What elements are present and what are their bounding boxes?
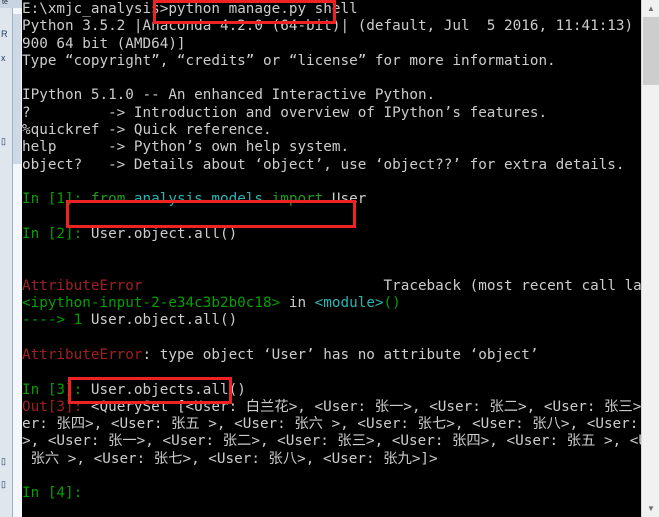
terminal-text: AttributeError (22, 277, 143, 294)
scroll-up-arrow-icon[interactable]: ▲ (642, 0, 659, 17)
in-1-line: In [1]: from analysis.models import User (22, 191, 641, 208)
ipython-banner-line: IPython 5.1.0 -- An enhanced Interactive… (22, 87, 641, 104)
console-window[interactable]: E:\xmjc_analysis>python manage.py shell P… (22, 0, 641, 517)
terminal-text: >, <User: 张一>, <User: 张二>, <User: 张三>, <… (22, 433, 641, 450)
blank-line-6 (22, 330, 641, 347)
terminal-text: %quickref -> Quick reference. (22, 122, 272, 139)
out-3-line-4: 张六 >, <User: 张七>, <User: 张八>, <User: 张九>… (22, 451, 641, 468)
type-copyright-line: Type “copyright”, “credits” or “license”… (22, 53, 641, 70)
terminal-text: User.object.all() (90, 312, 238, 329)
help-quickref-line: %quickref -> Quick reference. (22, 122, 641, 139)
blank-line-5 (22, 260, 641, 277)
blank-line-2 (22, 174, 641, 191)
background-window-sliver[interactable]: te R x ▯ ▯ ▯ (0, 0, 22, 517)
help-object-line: object? -> Details about ‘object’, use ‘… (22, 157, 641, 174)
terminal-text: User.objects.all() (90, 381, 246, 398)
blank-line-3 (22, 209, 641, 226)
terminal-text: ? -> Introduction and overview of IPytho… (22, 104, 548, 121)
traceback-source-line: ----> 1 User.object.all() (22, 312, 641, 329)
terminal-text: AttributeError (22, 346, 143, 363)
terminal-text: <module> (314, 295, 384, 312)
terminal-text: User (331, 191, 367, 208)
terminal-text: from (90, 191, 126, 208)
blank-line-1 (22, 70, 641, 87)
terminal-text: Python 3.5.2 |Anaconda 4.2.0 (64-bit)| (… (22, 18, 634, 35)
terminal-text: python manage.py shell (168, 1, 358, 17)
terminal-output: E:\xmjc_analysis>python manage.py shell P… (22, 0, 641, 503)
terminal-text: () (383, 295, 401, 312)
scrollbar-thumb[interactable] (643, 17, 659, 85)
help-question-line: ? -> Introduction and overview of IPytho… (22, 105, 641, 122)
help-help-line: help -> Python’s own help system. (22, 139, 641, 156)
terminal-text: import (271, 191, 324, 208)
terminal-text: analysis.models (133, 191, 264, 208)
terminal-text: In [3]: (22, 381, 91, 398)
blank-line-7 (22, 364, 641, 381)
python-version-line: Python 3.5.2 |Anaconda 4.2.0 (64-bit)| (… (22, 18, 641, 35)
background-window-scroll-thumb[interactable] (13, 14, 21, 164)
screenshot-root: te R x ▯ ▯ ▯ E:\xmjc_analysis>python man… (0, 0, 659, 517)
terminal-text: User.object.all() (90, 225, 238, 242)
background-window-title: te (2, 0, 8, 6)
terminal-text: object? -> Details about ‘object’, use ‘… (22, 156, 625, 173)
terminal-text: In [2]: (22, 225, 91, 242)
terminal-text: IPython 5.1.0 -- An enhanced Interactive… (22, 87, 436, 104)
out-3-line-1: Out[3]: <QuerySet [<User: 白兰花>, <User: 张… (22, 399, 641, 416)
python-version-line-cont: 900 64 bit (AMD64)] (22, 36, 641, 53)
in-3-line: In [3]: User.objects.all() (22, 382, 641, 399)
terminal-text: 900 64 bit (AMD64)] (22, 35, 186, 52)
terminal-text: <ipython-input-2-e34c3b2b0c18> (22, 295, 281, 312)
terminal-text: in (280, 295, 315, 312)
prompt-command-line: E:\xmjc_analysis>python manage.py shell (22, 1, 641, 18)
terminal-text: In [1]: (22, 191, 91, 208)
in-2-line: In [2]: User.object.all() (22, 226, 641, 243)
terminal-text: : type object ‘User’ has no attribute ‘o… (142, 346, 539, 363)
traceback-frame-line: <ipython-input-2-e34c3b2b0c18> in <modul… (22, 295, 641, 312)
out-3-line-2: er: 张四>, <User: 张五 >, <User: 张六 >, <User… (22, 416, 641, 433)
out-3-line-3: >, <User: 张一>, <User: 张二>, <User: 张三>, <… (22, 433, 641, 450)
in-4-line: In [4]: (22, 485, 641, 502)
terminal-text: help -> Python’s own help system. (22, 139, 350, 156)
terminal-text: ----> 1 (22, 312, 91, 329)
console-scrollbar[interactable]: ▲ ▼ (641, 0, 659, 517)
terminal-text: In [4]: (22, 485, 91, 502)
terminal-text: <QuerySet [<User: 白兰花>, <User: 张一>, <Use… (90, 398, 641, 415)
terminal-text: Traceback (most recent call last) (142, 277, 641, 294)
terminal-text: Out[3]: (22, 398, 91, 415)
scroll-down-arrow-icon[interactable]: ▼ (642, 500, 659, 517)
terminal-text: er: 张四>, <User: 张五 >, <User: 张六 >, <User… (22, 416, 641, 433)
blank-line-8 (22, 468, 641, 485)
traceback-header-line: AttributeError Traceback (most recent ca… (22, 278, 641, 295)
attribute-error-message-line: AttributeError: type object ‘User’ has n… (22, 347, 641, 364)
blank-line-4 (22, 243, 641, 260)
terminal-text: Type “copyright”, “credits” or “license”… (22, 52, 556, 69)
terminal-text: 张六 >, <User: 张七>, <User: 张八>, <User: 张九>… (22, 450, 438, 467)
terminal-text: E:\xmjc_analysis> (22, 1, 169, 17)
